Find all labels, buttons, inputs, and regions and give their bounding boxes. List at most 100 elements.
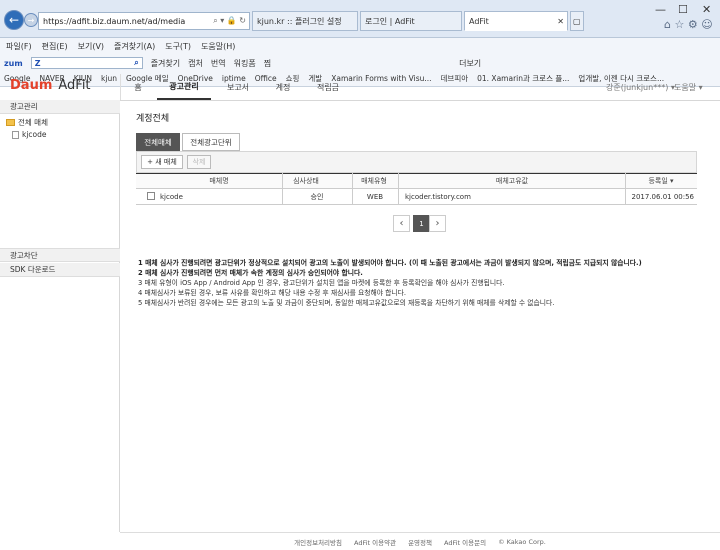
new-media-button[interactable]: + 새 매체 <box>141 155 183 169</box>
chevron-left-icon: ‹ <box>399 218 404 229</box>
col-header-type[interactable]: 매체유형 <box>352 173 396 189</box>
nav-label: 적립금 <box>316 82 340 92</box>
cell-media-name[interactable]: kjcode <box>160 189 183 204</box>
col-header-status[interactable]: 심사상태 <box>282 173 330 189</box>
tree-root[interactable]: 전체 매체 <box>6 117 48 128</box>
col-label: 심사상태 <box>293 177 319 185</box>
header-divider <box>120 74 121 100</box>
tab-all-media[interactable]: 전체매체 <box>136 133 180 151</box>
notice-5: 5 매체심사가 반려된 경우에는 모든 광고의 노출 및 과금이 중단되며, 동… <box>138 299 555 307</box>
menu-tools[interactable]: 도구(T) <box>165 41 191 52</box>
col-divider <box>398 173 399 204</box>
nav-reserve[interactable]: 적립금 <box>308 74 348 100</box>
nav-report[interactable]: 보고서 <box>218 74 258 100</box>
col-header-date[interactable]: 등록일 ▾ <box>626 173 696 189</box>
search-icon[interactable]: ⌕ ▾ 🔒 ↻ <box>213 16 249 26</box>
new-tab-button[interactable]: ▢ <box>570 11 584 31</box>
tab-label: AdFit <box>469 16 489 26</box>
nav-label: 계정 <box>275 82 291 92</box>
cmd-jjim[interactable]: 찜 <box>264 58 271 69</box>
cmd-favorites[interactable]: 즐겨찾기 <box>151 58 180 69</box>
address-bar[interactable]: https://adfit.biz.daum.net/ad/media ⌕ ▾ 🔒… <box>38 12 250 30</box>
minimize-icon[interactable]: — <box>655 3 666 16</box>
page-title: 계정전체 <box>136 114 170 124</box>
help-label: 도움말 <box>674 83 697 92</box>
cell-text: 2017.06.01 00:56 <box>631 192 694 201</box>
col-header-name[interactable]: 매체명 <box>160 173 278 189</box>
search-icon[interactable]: ⌕ <box>134 58 138 68</box>
menu-view[interactable]: 보기(V) <box>78 41 104 52</box>
tab-label: 전체매체 <box>144 137 172 147</box>
cell-text: kjcode <box>160 192 183 201</box>
forward-icon[interactable]: → <box>24 13 38 27</box>
menu-help[interactable]: 도움말(H) <box>201 41 235 52</box>
footer-contact-link[interactable]: AdFit 이용문의 <box>444 537 486 547</box>
tree-item-kjcode[interactable]: kjcode <box>12 130 47 139</box>
nav-label: 보고서 <box>226 82 250 92</box>
menu-favorites[interactable]: 즐겨찾기(A) <box>114 41 155 52</box>
tab-plugin-settings[interactable]: kjun.kr :: 플러그인 설정 <box>252 11 358 31</box>
adfit-logo[interactable]: Daum AdFit <box>10 78 91 93</box>
maximize-icon[interactable]: ☐ <box>678 3 688 16</box>
close-window-icon[interactable]: ✕ <box>702 3 711 16</box>
sidebar-section-sdk[interactable]: SDK 다운로드 <box>0 263 120 277</box>
delete-button[interactable]: 삭제 <box>187 155 211 169</box>
page-1-button[interactable]: 1 <box>413 215 430 232</box>
sidebar-section-ad-block[interactable]: 광고차단 <box>0 248 120 262</box>
tab-label: 로그인 | AdFit <box>365 16 415 26</box>
cmd-more[interactable]: 더보기 <box>459 58 481 69</box>
notice-1: 1 매체 심사가 진행되려면 광고단위가 정상적으로 설치되어 광고의 노출이 … <box>138 259 642 267</box>
cmd-translate[interactable]: 번역 <box>211 58 226 69</box>
folder-icon <box>6 119 15 126</box>
footer-privacy-link[interactable]: 개인정보처리방침 <box>294 537 342 547</box>
next-page-button[interactable]: › <box>429 215 446 232</box>
notice-4: 4 매체심사가 보류된 경우, 보류 사유를 확인하고 해당 내용 수정 후 재… <box>138 289 407 297</box>
close-tab-icon[interactable]: ✕ <box>557 17 567 26</box>
footer-terms-link[interactable]: AdFit 이용약관 <box>354 537 396 547</box>
menu-file[interactable]: 파일(F) <box>6 41 32 52</box>
col-divider <box>625 173 626 204</box>
row-checkbox[interactable] <box>147 192 155 200</box>
prev-page-button[interactable]: ‹ <box>393 215 410 232</box>
home-icon[interactable]: ⌂ ☆ ⚙ ☺ <box>664 18 713 31</box>
cell-text: 승인 <box>310 192 324 201</box>
zum-logo: zum <box>4 58 23 68</box>
tab-label: kjun.kr :: 플러그인 설정 <box>257 16 342 26</box>
tree-root-label: 전체 매체 <box>18 118 48 127</box>
daum-logo-text: Daum <box>10 78 53 93</box>
tab-label: 전체광고단위 <box>190 137 232 147</box>
cell-text: kjcoder.tistory.com <box>405 192 471 201</box>
cmd-capture[interactable]: 캡처 <box>188 58 203 69</box>
sidebar-section-ad-management[interactable]: 광고관리 <box>0 100 120 114</box>
fav-devpia[interactable]: 데브피아 <box>441 73 469 84</box>
nav-account[interactable]: 계정 <box>265 74 301 100</box>
adfit-logo-text: AdFit <box>58 78 91 93</box>
col-label: 매체유형 <box>361 177 387 185</box>
sort-desc-icon[interactable]: ▾ <box>670 177 674 185</box>
tab-login-adfit[interactable]: 로그인 | AdFit <box>360 11 462 31</box>
footer-policy-link[interactable]: 운영정책 <box>408 537 432 547</box>
col-header-uid[interactable]: 매체고유값 <box>400 173 624 189</box>
nav-home[interactable]: 홈 <box>126 74 150 100</box>
nav-ad-management[interactable]: 광고관리 <box>157 74 211 100</box>
menu-edit[interactable]: 편집(E) <box>42 41 68 52</box>
tab-adfit[interactable]: AdFit ✕ <box>464 11 568 31</box>
cell-date: 2017.06.01 00:56 <box>628 189 694 204</box>
address-text: https://adfit.biz.daum.net/ad/media <box>43 16 186 26</box>
zum-search-input[interactable]: Z ⌕ <box>30 57 143 69</box>
cmd-workform[interactable]: 워킹폼 <box>234 58 256 69</box>
zum-search-value: Z <box>34 58 41 68</box>
cell-status: 승인 <box>282 189 352 204</box>
sidebar-section-label: 광고관리 <box>10 102 38 111</box>
fav-xamarin-cross[interactable]: 01. Xamarin과 크로스 플... <box>477 73 569 84</box>
tab-all-ad-units[interactable]: 전체광고단위 <box>182 133 240 151</box>
help-link[interactable]: 도움말 ▾ <box>674 82 703 93</box>
menu-bar: 파일(F) 편집(E) 보기(V) 즐겨찾기(A) 도구(T) 도움말(H) <box>0 38 720 55</box>
fav-kjun[interactable]: kjun <box>101 74 117 83</box>
notice-3: 3 매체 유형이 iOS App / Android App 인 경우, 광고단… <box>138 279 505 287</box>
file-icon <box>12 130 19 139</box>
footer-copyright: © Kakao Corp. <box>498 537 546 546</box>
user-menu[interactable]: 강준(junkjun***) ▾ <box>606 82 675 93</box>
back-icon[interactable]: ← <box>4 10 24 30</box>
button-label: + 새 매체 <box>147 158 177 166</box>
